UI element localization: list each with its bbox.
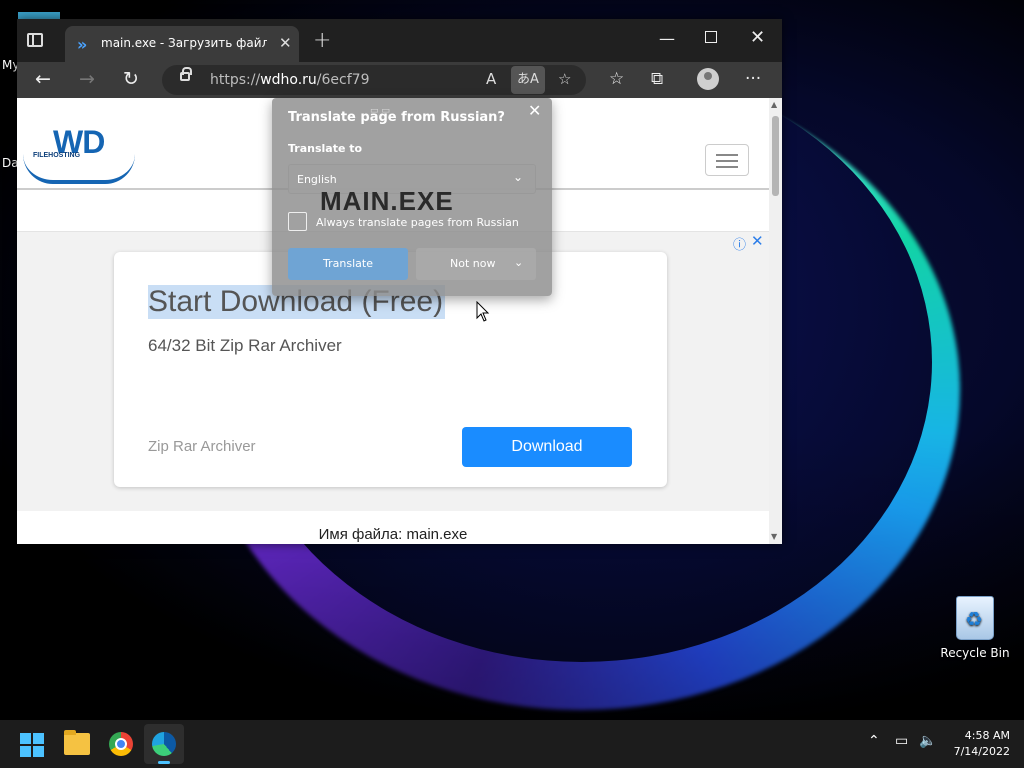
edge-icon bbox=[152, 732, 176, 756]
ad-subtitle: 64/32 Bit Zip Rar Archiver bbox=[148, 336, 342, 355]
recycle-bin-label: Recycle Bin bbox=[940, 646, 1010, 660]
always-translate-label[interactable]: Always translate pages from Russian bbox=[316, 216, 519, 229]
system-clock[interactable]: 4:58 AM 7/14/2022 bbox=[940, 728, 1010, 760]
address-toolbar: ← → ↻ https://wdho.ru/6ecf79 A あA ☆ ☆ ⧉ … bbox=[17, 62, 782, 98]
close-tab-icon[interactable]: ✕ bbox=[279, 34, 292, 52]
page-scrollbar[interactable]: ▲ ▼ bbox=[769, 98, 782, 544]
mouse-cursor-icon bbox=[476, 301, 490, 322]
minimize-button[interactable]: — bbox=[659, 29, 675, 48]
recycle-bin[interactable]: ♻ Recycle Bin bbox=[940, 596, 1010, 660]
site-logo[interactable]: WD FILEHOSTING bbox=[23, 124, 135, 184]
tab-title: main.exe - Загрузить файл или с bbox=[101, 36, 267, 50]
translate-to-label: Translate to bbox=[288, 142, 363, 155]
maximize-button[interactable] bbox=[705, 31, 717, 43]
scroll-down-icon[interactable]: ▼ bbox=[771, 532, 777, 541]
collections-icon[interactable]: ⧉ bbox=[651, 69, 663, 89]
more-menu-icon[interactable]: ··· bbox=[745, 69, 761, 89]
address-bar[interactable]: https://wdho.ru/6ecf79 A あA ☆ bbox=[162, 65, 586, 95]
favorites-icon[interactable]: ☆ bbox=[609, 69, 624, 89]
new-tab-button[interactable]: + bbox=[313, 28, 331, 53]
translate-popup: ▭ ▭ Translate page from Russian? ✕ Trans… bbox=[272, 98, 552, 296]
url-text[interactable]: https://wdho.ru/6ecf79 bbox=[210, 72, 369, 88]
file-name-line: Имя файла: main.exe bbox=[318, 526, 468, 543]
ad-download-button[interactable]: Download bbox=[462, 427, 632, 467]
overlay-text: MAIN.EXE bbox=[320, 186, 454, 216]
chevron-down-icon[interactable]: ⌄ bbox=[514, 256, 523, 269]
forward-button[interactable]: → bbox=[79, 68, 95, 90]
profile-avatar[interactable] bbox=[697, 68, 719, 90]
clock-time: 4:58 AM bbox=[964, 729, 1010, 742]
taskbar: ⌃ ▭ 🔈 4:58 AM 7/14/2022 bbox=[0, 720, 1024, 768]
translate-icon[interactable]: あA bbox=[511, 66, 545, 94]
translate-button[interactable]: Translate bbox=[288, 248, 408, 280]
file-explorer-icon[interactable] bbox=[64, 730, 90, 755]
close-icon[interactable]: ✕ bbox=[528, 101, 541, 120]
scroll-thumb[interactable] bbox=[772, 116, 779, 196]
volume-icon[interactable]: 🔈 bbox=[919, 733, 936, 749]
read-aloud-icon[interactable]: A bbox=[486, 70, 496, 88]
edge-taskbar-button[interactable] bbox=[144, 724, 184, 764]
chevron-up-icon[interactable]: ⌃ bbox=[868, 733, 880, 749]
scroll-up-icon[interactable]: ▲ bbox=[771, 100, 777, 109]
ad-text: Zip Rar Archiver bbox=[148, 438, 256, 455]
tab-bar: » main.exe - Загрузить файл или с ✕ + — … bbox=[17, 19, 782, 62]
chrome-icon[interactable] bbox=[109, 732, 133, 756]
active-app-indicator bbox=[158, 761, 170, 764]
close-window-button[interactable]: ✕ bbox=[750, 27, 765, 48]
refresh-button[interactable]: ↻ bbox=[123, 68, 139, 90]
lock-icon[interactable] bbox=[180, 67, 192, 81]
windows-start-icon[interactable] bbox=[20, 733, 44, 757]
chevron-double-right-icon: » bbox=[77, 35, 88, 54]
browser-tab[interactable]: » main.exe - Загрузить файл или с ✕ bbox=[65, 26, 299, 62]
not-now-button[interactable]: Not now ⌄ bbox=[416, 248, 536, 280]
back-button[interactable]: ← bbox=[35, 68, 51, 90]
always-translate-checkbox[interactable] bbox=[288, 212, 307, 231]
ad-info-icon[interactable]: ⓘ bbox=[733, 234, 746, 253]
tab-actions-icon[interactable] bbox=[27, 33, 43, 47]
recycle-bin-icon: ♻ bbox=[956, 596, 994, 640]
chevron-down-icon: ⌄ bbox=[513, 170, 524, 184]
clock-date: 7/14/2022 bbox=[953, 745, 1010, 758]
add-favorite-icon[interactable]: ☆ bbox=[558, 70, 571, 88]
translate-popup-title: Translate page from Russian? bbox=[288, 110, 505, 125]
ad-close-icon[interactable]: ✕ bbox=[751, 232, 764, 250]
hamburger-menu-button[interactable] bbox=[705, 144, 749, 176]
network-icon[interactable]: ▭ bbox=[895, 733, 908, 749]
